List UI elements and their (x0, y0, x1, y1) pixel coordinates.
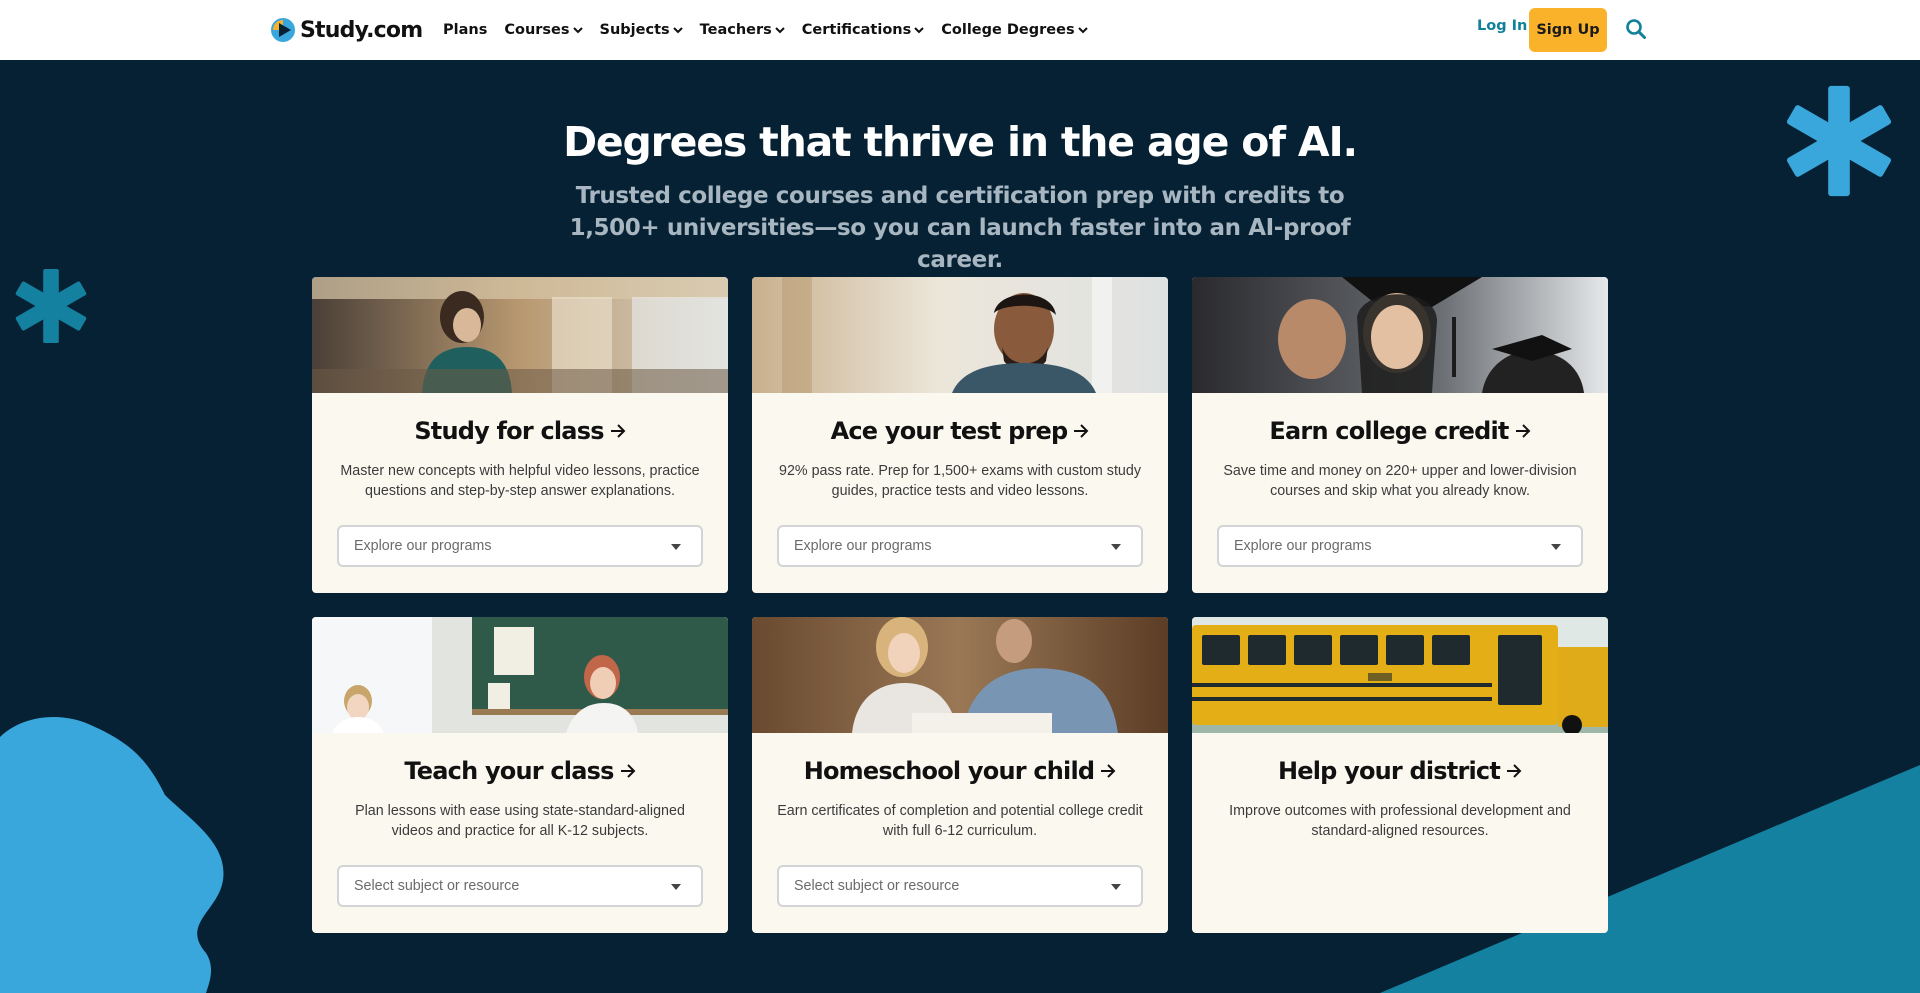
card-description: Earn certificates of completion and pote… (777, 803, 1143, 839)
explore-programs-dropdown[interactable]: Explore our programs (777, 525, 1143, 567)
card-image-parent-child (752, 617, 1168, 733)
card-image-man-portrait (752, 277, 1168, 393)
caret-down-icon (1111, 544, 1121, 550)
caret-down-icon (671, 884, 681, 890)
dropdown-placeholder: Explore our programs (794, 538, 932, 554)
login-link[interactable]: Log In (1477, 18, 1527, 34)
card-earn-college-credit: Earn college credit Save time and money … (1192, 277, 1608, 593)
card-description: Improve outcomes with professional devel… (1229, 803, 1571, 839)
nav-certifications[interactable]: Certifications (802, 22, 924, 38)
nav-subjects[interactable]: Subjects (600, 22, 683, 38)
arrow-right-icon (1101, 764, 1116, 778)
dropdown-placeholder: Explore our programs (1234, 538, 1372, 554)
nav-teachers[interactable]: Teachers (700, 22, 785, 38)
select-subject-dropdown[interactable]: Select subject or resource (337, 865, 703, 907)
chevron-down-icon (914, 26, 924, 33)
arrow-right-icon (610, 424, 626, 438)
card-description: Plan lessons with ease using state-stand… (355, 803, 685, 839)
chevron-down-icon (572, 26, 583, 33)
caret-down-icon (1551, 544, 1561, 550)
card-image-graduates (1192, 277, 1608, 393)
card-title-link[interactable]: Teach your class (312, 757, 728, 785)
chevron-down-icon (1077, 26, 1088, 33)
nav-courses[interactable]: Courses (504, 22, 583, 38)
card-description: 92% pass rate. Prep for 1,500+ exams wit… (779, 463, 1141, 499)
arrow-right-icon (1507, 764, 1522, 778)
arrow-right-icon (620, 764, 635, 778)
nav-college-degrees[interactable]: College Degrees (941, 22, 1088, 38)
asterisk-decoration-small (15, 268, 87, 344)
card-title-link[interactable]: Help your district (1192, 757, 1608, 785)
hero-subtitle: Trusted college courses and certificatio… (569, 183, 1351, 273)
card-study-for-class: Study for class Master new concepts with… (312, 277, 728, 593)
chevron-down-icon (775, 26, 785, 33)
card-help-your-district: Help your district Improve outcomes with… (1192, 617, 1608, 933)
card-homeschool-your-child: Homeschool your child Earn certificates … (752, 617, 1168, 933)
nav-links: Plans Courses Subjects Teachers Certific… (443, 0, 1105, 60)
play-logo-icon (271, 18, 295, 42)
card-title-link[interactable]: Study for class (312, 417, 728, 445)
card-title-link[interactable]: Earn college credit (1192, 417, 1608, 445)
top-navigation: Study.com Plans Courses Subjects Teacher… (0, 0, 1920, 60)
card-image-student-library (312, 277, 728, 393)
explore-programs-dropdown[interactable]: Explore our programs (1217, 525, 1583, 567)
card-ace-test-prep: Ace your test prep 92% pass rate. Prep f… (752, 277, 1168, 593)
dropdown-placeholder: Select subject or resource (794, 878, 960, 894)
signup-button[interactable]: Sign Up (1529, 8, 1607, 52)
search-icon[interactable] (1625, 18, 1647, 40)
card-image-classroom (312, 617, 728, 733)
nav-plans[interactable]: Plans (443, 22, 487, 38)
caret-down-icon (1111, 884, 1121, 890)
arrow-right-icon (1074, 424, 1089, 438)
card-title-link[interactable]: Ace your test prep (752, 417, 1168, 445)
card-description: Save time and money on 220+ upper and lo… (1223, 463, 1577, 499)
arrow-right-icon (1515, 424, 1530, 438)
dropdown-placeholder: Select subject or resource (354, 878, 520, 894)
dropdown-placeholder: Explore our programs (354, 538, 492, 554)
card-image-school-bus (1192, 617, 1608, 733)
caret-down-icon (671, 544, 681, 550)
card-teach-your-class: Teach your class Plan lessons with ease … (312, 617, 728, 933)
chevron-down-icon (672, 26, 683, 33)
select-subject-dropdown[interactable]: Select subject or resource (777, 865, 1143, 907)
card-title-link[interactable]: Homeschool your child (752, 757, 1168, 785)
logo-text: Study.com (300, 17, 423, 43)
study-com-logo[interactable]: Study.com (270, 14, 423, 46)
blue-blob-shape (0, 716, 224, 993)
explore-programs-dropdown[interactable]: Explore our programs (337, 525, 703, 567)
card-description: Master new concepts with helpful video l… (340, 463, 700, 499)
hero-title: Degrees that thrive in the age of AI. (563, 118, 1358, 166)
